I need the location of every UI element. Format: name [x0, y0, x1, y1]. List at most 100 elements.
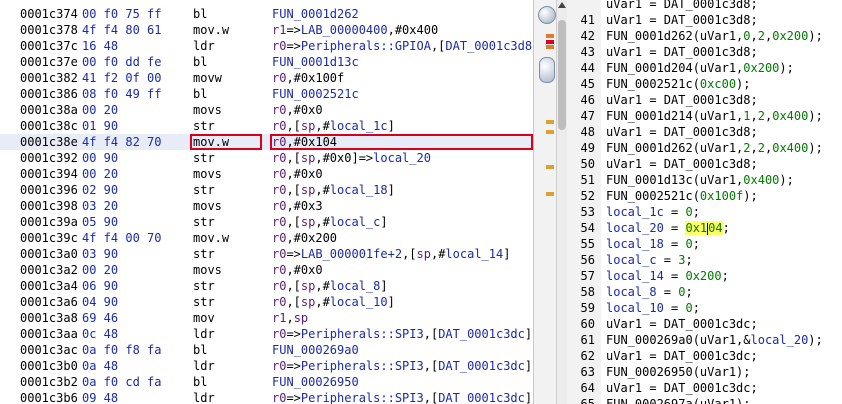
mnemonic[interactable]: ldr [193, 38, 215, 54]
code-text[interactable]: FUN_0001d204(uVar1,0x200); [606, 60, 794, 76]
code-line[interactable]: 53 local_1c = 0; [567, 204, 842, 220]
operands[interactable]: FUN_0001d262 [272, 6, 359, 22]
listing-row[interactable]: 0001c374 00 f0 75 ff bl FUN_0001d262 [0, 6, 533, 22]
code-line[interactable]: 62 uVar1 = DAT_0001c3dc; [567, 348, 842, 364]
mnemonic[interactable]: bl [193, 342, 207, 358]
listing-row[interactable]: 0001c38c 01 90 str r0,[sp,#local_1c] [0, 118, 533, 134]
code-line[interactable]: 41 uVar1 = DAT_0001c3d8; [567, 12, 842, 28]
code-text[interactable]: FUN_0001d262(uVar1,2,2,0x400); [606, 140, 823, 156]
listing-row[interactable]: 0001c39c 4f f4 00 70 mov.w r0,#0x200 [0, 230, 533, 246]
listing-row[interactable]: 0001c39a 05 90 str r0,[sp,#local_c] [0, 214, 533, 230]
mnemonic[interactable]: mov.w [193, 230, 229, 246]
scroll-up-arrow-icon[interactable] [558, 2, 566, 8]
code-text[interactable]: FUN_0001d214(uVar1,1,2,0x400); [606, 108, 823, 124]
code-line[interactable]: 46 uVar1 = DAT_0001c3d8; [567, 92, 842, 108]
operands[interactable]: FUN_0001d13c [272, 54, 359, 70]
scroll-thumb[interactable] [558, 20, 566, 130]
overview-marker[interactable] [546, 120, 554, 124]
operands[interactable]: r0=>Peripherals::GPIOA,[DAT_0001c3d8] [272, 38, 533, 54]
code-line[interactable]: 55 local_18 = 0; [567, 236, 842, 252]
code-text[interactable]: FUN_000269a0(uVar1,&local_20); [606, 332, 823, 348]
listing-row[interactable]: 0001c3b6 09 48 ldr r0=>Peripherals::SPI3,[D… [0, 390, 533, 404]
code-line[interactable]: 58 local_8 = 0; [567, 284, 842, 300]
listing-row[interactable]: 0001c394 00 20 movs r0,#0x0 [0, 166, 533, 182]
operands[interactable]: r0,#0x0 [272, 262, 323, 278]
code-line[interactable]: 48 uVar1 = DAT_0001c3d8; [567, 124, 842, 140]
operands[interactable]: r0,#0x0 [272, 102, 323, 118]
code-line[interactable]: 54 local_20 = 0x104; [567, 220, 842, 236]
listing-row[interactable]: 0001c396 02 90 str r0,[sp,#local_18] [0, 182, 533, 198]
code-text[interactable]: uVar1 = DAT_0001c3d8; [606, 12, 758, 28]
code-text[interactable]: FUN_0002697a(uVar1); [606, 396, 751, 404]
code-line[interactable]: 51 FUN_0001d13c(uVar1,0x400); [567, 172, 842, 188]
listing-row[interactable]: 0001c37e 00 f0 dd fe bl FUN_0001d13c [0, 54, 533, 70]
listing-row[interactable]: 0001c3a4 06 90 str r0,[sp,#local_8] [0, 278, 533, 294]
listing-row[interactable]: 0001c392 00 90 str r0,[sp,#0x0]=>local_20 [0, 150, 533, 166]
listing-pane[interactable]: 0001c374 00 f0 75 ff bl FUN_0001d262 0001c37… [0, 0, 533, 404]
mnemonic[interactable]: str [193, 294, 215, 310]
code-line[interactable]: 52 FUN_0002521c(0x100f); [567, 188, 842, 204]
code-text[interactable]: local_1c = 0; [606, 204, 700, 220]
listing-row[interactable]: 0001c38e 4f f4 82 70 mov.w r0,#0x104 [0, 134, 533, 150]
operands[interactable]: FUN_00026950 [272, 374, 359, 390]
navigation-bubble-icon[interactable] [538, 6, 556, 24]
mnemonic[interactable]: str [193, 150, 215, 166]
code-line[interactable]: 63 FUN_00026950(uVar1); [567, 364, 842, 380]
code-text[interactable]: FUN_0001d13c(uVar1,0x400); [606, 172, 794, 188]
code-text[interactable]: uVar1 = DAT_0001c3d8; [606, 44, 758, 60]
listing-row[interactable]: 0001c3a0 03 90 str r0=>LAB_000001fe+2,[sp,#… [0, 246, 533, 262]
decompiler-pane[interactable]: uVar1 = DAT_0001c3d8; 41 uVar1 = DAT_0001c… [567, 0, 842, 404]
operands[interactable]: r0,[sp,#local_18] [272, 182, 395, 198]
overview-marker[interactable] [546, 165, 554, 169]
operands[interactable]: r0,#0x0 [272, 166, 323, 182]
overview-marker[interactable] [546, 45, 554, 49]
listing-row[interactable]: 0001c3b2 0a f0 cd fa bl FUN_00026950 [0, 374, 533, 390]
overview-marker[interactable] [546, 130, 554, 134]
operands[interactable]: r1=>LAB_00000400,#0x400 [272, 22, 438, 38]
code-text[interactable]: local_10 = 0; [606, 300, 700, 316]
mnemonic[interactable]: movs [193, 262, 222, 278]
code-text[interactable]: FUN_00026950(uVar1); [606, 364, 751, 380]
listing-row[interactable]: 0001c37c 16 48 ldr r0=>Peripherals::GPIOA,[… [0, 38, 533, 54]
operands[interactable]: r0,#0x104 [272, 134, 337, 150]
code-text[interactable]: local_14 = 0x200; [606, 268, 729, 284]
code-line[interactable]: 64 uVar1 = DAT_0001c3dc; [567, 380, 842, 396]
code-text[interactable]: uVar1 = DAT_0001c3d8; [606, 92, 758, 108]
code-line[interactable]: 61 FUN_000269a0(uVar1,&local_20); [567, 332, 842, 348]
code-line[interactable]: 57 local_14 = 0x200; [567, 268, 842, 284]
code-text[interactable]: uVar1 = DAT_0001c3dc; [606, 380, 758, 396]
listing-row[interactable]: 0001c3a8 69 46 mov r1,sp [0, 310, 533, 326]
code-text[interactable]: FUN_0001d262(uVar1,0,2,0x200); [606, 28, 823, 44]
operands[interactable]: r0,#0x200 [272, 230, 337, 246]
operands[interactable]: r0,[sp,#local_c] [272, 214, 388, 230]
mnemonic[interactable]: mov [193, 310, 215, 326]
overview-marker[interactable] [546, 34, 554, 38]
operands[interactable]: r0,[sp,#local_1c] [272, 118, 395, 134]
navigation-marker-icon[interactable] [539, 57, 555, 83]
mnemonic[interactable]: mov.w [193, 22, 229, 38]
operands[interactable]: r0,#0x100f [272, 70, 344, 86]
mnemonic[interactable]: movw [193, 70, 222, 86]
operands[interactable]: FUN_000269a0 [272, 342, 359, 358]
code-line[interactable]: 65 FUN_0002697a(uVar1); [567, 396, 842, 404]
code-line[interactable]: 50 uVar1 = DAT_0001c3d8; [567, 156, 842, 172]
mnemonic[interactable]: str [193, 278, 215, 294]
overview-marker[interactable] [546, 192, 554, 196]
listing-row[interactable]: 0001c378 4f f4 80 61 mov.w r1=>LAB_00000400… [0, 22, 533, 38]
mnemonic[interactable]: movs [193, 102, 222, 118]
listing-row[interactable]: 0001c3ac 0a f0 f8 fa bl FUN_000269a0 [0, 342, 533, 358]
overview-marker[interactable] [546, 40, 554, 44]
code-line[interactable]: 49 FUN_0001d262(uVar1,2,2,0x400); [567, 140, 842, 156]
mnemonic[interactable]: bl [193, 6, 207, 22]
listing-row[interactable]: 0001c398 03 20 movs r0,#0x3 [0, 198, 533, 214]
operands[interactable]: r0=>Peripherals::SPI3,[DAT_0001c3dc] [272, 390, 532, 404]
code-text[interactable]: local_8 = 0; [606, 284, 693, 300]
operands[interactable]: r0=>Peripherals::SPI3,[DAT_0001c3dc] [272, 326, 532, 342]
listing-row[interactable]: 0001c382 41 f2 0f 00 movw r0,#0x100f [0, 70, 533, 86]
code-text[interactable]: FUN_0002521c(0xc00); [606, 76, 751, 92]
mnemonic[interactable]: str [193, 182, 215, 198]
code-text[interactable]: uVar1 = DAT_0001c3d8; [606, 156, 758, 172]
mnemonic[interactable]: mov.w [193, 134, 229, 150]
code-line-partial[interactable]: uVar1 = DAT_0001c3d8; [567, 0, 842, 12]
mnemonic[interactable]: bl [193, 374, 207, 390]
